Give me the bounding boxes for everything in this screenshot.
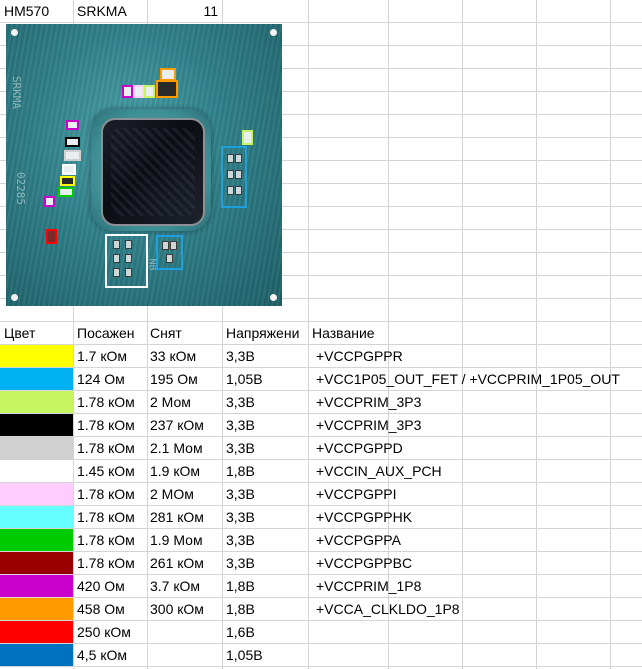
cell-marking[interactable]: SRKMA [77,0,127,22]
cell-voltage[interactable]: 3,3В [226,414,255,436]
cell-name[interactable]: +VCCPGPPHK [316,506,412,528]
cell-removed[interactable]: 261 кОм [150,552,204,574]
cell-voltage[interactable]: 3,3В [226,391,255,413]
color-swatch[interactable] [0,575,73,597]
cell-voltage[interactable]: 3,3В [226,506,255,528]
component-marker [64,150,81,161]
color-swatch[interactable] [0,506,73,528]
column-header-removed[interactable]: Снят [150,322,182,344]
cell-voltage[interactable]: 3,3В [226,437,255,459]
cell-voltage[interactable]: 1,05В [226,644,263,666]
die [101,118,205,226]
color-swatch[interactable] [0,460,73,482]
component-marker [242,130,253,145]
cell-voltage[interactable]: 1,8В [226,598,255,620]
cell-name[interactable]: +VCCPGPPA [316,529,401,551]
cell-removed[interactable]: 2 Мом [150,391,191,413]
cell-installed[interactable]: 124 Ом [77,368,125,390]
cell-model[interactable]: HM570 [4,0,49,22]
gridline [0,666,642,667]
cell-removed[interactable]: 33 кОм [150,345,196,367]
gridline [462,0,463,669]
component-marker [58,187,74,197]
cell-installed[interactable]: 1.78 кОм [77,437,135,459]
cell-count[interactable]: 11 [150,0,218,22]
color-swatch[interactable] [0,437,73,459]
die-marking: SRKMA [10,75,24,110]
cell-installed[interactable]: 1.78 кОм [77,414,135,436]
cell-voltage[interactable]: 3,3В [226,483,255,505]
color-swatch[interactable] [0,598,73,620]
column-header-color[interactable]: Цвет [4,322,35,344]
component-marker [66,120,79,130]
cell-installed[interactable]: 1.78 кОм [77,506,135,528]
cell-removed[interactable]: 1.9 кОм [150,460,200,482]
cell-removed[interactable]: 281 кОм [150,506,204,528]
cell-name[interactable]: +VCCPGPPD [316,437,403,459]
gridline [536,0,537,669]
cell-voltage[interactable]: 1,8В [226,575,255,597]
cell-voltage[interactable]: 3,3В [226,345,255,367]
color-swatch[interactable] [0,368,73,390]
cell-removed[interactable]: 300 кОм [150,598,204,620]
cell-voltage[interactable]: 3,3В [226,529,255,551]
cell-name[interactable]: +VCCIN_AUX_PCH [316,460,442,482]
cell-name[interactable]: +VCCPGPPI [316,483,397,505]
column-header-installed[interactable]: Посажен [77,322,135,344]
cell-installed[interactable]: 1.78 кОм [77,391,135,413]
color-swatch[interactable] [0,391,73,413]
color-swatch[interactable] [0,644,73,666]
component-marker [144,85,155,98]
spreadsheet-grid: HM570 SRKMA 11 SRKMA 02285 NB Цвет Посаж… [0,0,642,669]
column-header-voltage[interactable]: Напряжени [226,322,308,344]
cell-removed[interactable]: 3.7 кОм [150,575,200,597]
color-swatch[interactable] [0,483,73,505]
cell-name[interactable]: +VCCPRIM_3P3 [316,391,421,413]
cell-name[interactable]: +VCCA_CLKLDO_1P8 [316,598,460,620]
cell-voltage[interactable]: 1,6В [226,621,255,643]
component-marker [133,85,144,98]
cell-removed[interactable]: 237 кОм [150,414,204,436]
lot-marking: 02285 [14,171,28,206]
component-marker [156,80,178,98]
cell-removed[interactable]: 195 Ом [150,368,198,390]
gridline [610,0,611,669]
cell-name[interactable]: +VCCPRIM_1P8 [316,575,421,597]
component-marker [122,85,133,98]
component-group-box [221,146,247,208]
cell-name[interactable]: +VCC1P05_OUT_FET / +VCCPRIM_1P05_OUT [316,368,620,390]
cell-installed[interactable]: 4,5 кОм [77,644,127,666]
cell-installed[interactable]: 420 Ом [77,575,125,597]
cell-removed[interactable]: 2.1 Мом [150,437,203,459]
cell-removed[interactable]: 2 МОм [150,483,194,505]
cell-voltage[interactable]: 1,05В [226,368,263,390]
color-swatch[interactable] [0,552,73,574]
cell-installed[interactable]: 458 Ом [77,598,125,620]
column-header-name[interactable]: Название [312,322,375,344]
cell-installed[interactable]: 1.78 кОм [77,552,135,574]
color-swatch[interactable] [0,621,73,643]
cell-name[interactable]: +VCCPRIM_3P3 [316,414,421,436]
component-marker [62,164,76,175]
component-marker [46,229,57,244]
color-swatch[interactable] [0,345,73,367]
component-marker [65,137,80,147]
chip-photo[interactable]: SRKMA 02285 NB [6,24,282,306]
cell-voltage[interactable]: 1,8В [226,460,255,482]
cell-installed[interactable]: 1.78 кОм [77,529,135,551]
color-swatch[interactable] [0,414,73,436]
cell-removed[interactable]: 1.9 Мом [150,529,203,551]
component-marker [60,176,75,186]
cell-installed[interactable]: 1.45 кОм [77,460,135,482]
component-marker [44,196,55,207]
cell-voltage[interactable]: 3,3В [226,552,255,574]
cell-name[interactable]: +VCCPGPPBC [316,552,412,574]
cell-installed[interactable]: 1.7 кОм [77,345,127,367]
cell-name[interactable]: +VCCPGPPR [316,345,403,367]
gridline [0,22,642,23]
cell-installed[interactable]: 1.78 кОм [77,483,135,505]
gridline [308,0,309,669]
cell-installed[interactable]: 250 кОм [77,621,131,643]
color-swatch[interactable] [0,529,73,551]
